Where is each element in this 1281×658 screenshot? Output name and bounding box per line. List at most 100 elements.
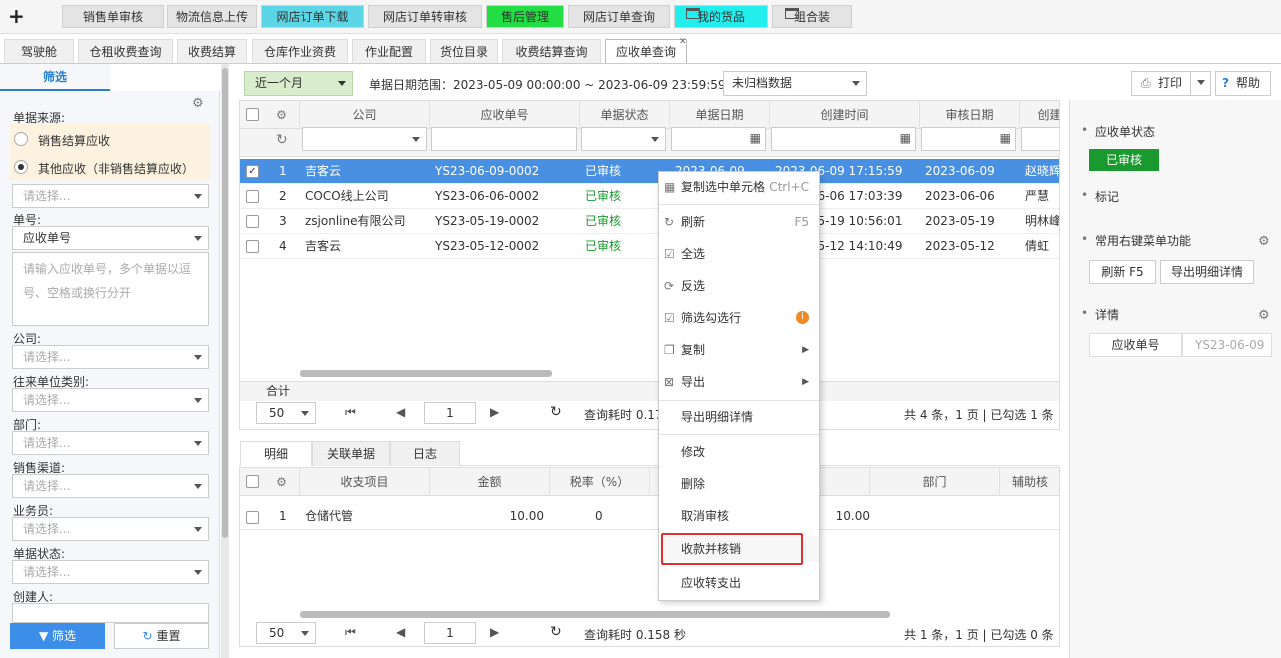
detail-column-header-0[interactable]: 收支项目 xyxy=(300,468,430,496)
detail-column-header-1[interactable]: 金额 xyxy=(430,468,550,496)
status-filter-select[interactable] xyxy=(581,127,666,151)
bill-no-textarea[interactable]: 请输入应收单号，多个单据以逗号、空格或换行分开 xyxy=(12,252,209,326)
creator-filter-input[interactable] xyxy=(1021,127,1059,151)
detail-row-checkbox[interactable] xyxy=(246,511,259,524)
column-header-3[interactable]: 单据日期 xyxy=(670,101,770,129)
top-tab-2[interactable]: 网店订单下载 xyxy=(261,5,364,28)
sub-tab-4[interactable]: 作业配置 xyxy=(352,39,426,63)
context-menu-item-2[interactable]: ☑ 全选 xyxy=(659,241,819,267)
top-tab-3[interactable]: 网店订单转审核 xyxy=(368,5,482,28)
sub-tab-6[interactable]: 收费结算查询 xyxy=(502,39,601,63)
detail-h-scrollbar[interactable] xyxy=(300,611,890,618)
left-scrollbar[interactable] xyxy=(221,64,229,658)
date-filter-input[interactable]: ▦ xyxy=(671,127,766,151)
column-header-2[interactable]: 单据状态 xyxy=(580,101,670,129)
add-tab-icon[interactable]: + xyxy=(8,4,25,28)
bill-no-type-select[interactable]: 应收单号 xyxy=(12,226,209,250)
detail-select-all-checkbox[interactable] xyxy=(246,475,259,488)
refresh-filter-icon[interactable]: ↻ xyxy=(276,132,288,148)
close-tab-icon[interactable]: ✕ xyxy=(679,37,687,47)
detail-page-size-select[interactable]: 50 xyxy=(256,622,316,644)
quick-refresh-button[interactable]: 刷新 F5 xyxy=(1089,260,1156,284)
column-header-0[interactable]: 公司 xyxy=(300,101,430,129)
first-page-icon[interactable]: ⏮ xyxy=(345,405,356,420)
context-menu-item-10[interactable]: 取消审核 xyxy=(659,503,819,529)
help-button[interactable]: ? 帮助 xyxy=(1215,71,1271,96)
row-checkbox[interactable]: ✓ xyxy=(246,165,259,178)
creator-input[interactable] xyxy=(12,603,209,623)
top-tab-5[interactable]: 网店订单查询 xyxy=(568,5,670,28)
sub-tab-7[interactable]: 应收单查询 xyxy=(605,39,687,63)
sub-tab-5[interactable]: 货位目录 xyxy=(430,39,498,63)
context-menu-item-4[interactable]: ☑ 筛选勾选行 i xyxy=(659,305,819,331)
column-header-6[interactable]: 创建 xyxy=(1020,101,1059,129)
reset-button[interactable]: ↻ 重置 xyxy=(114,623,209,649)
top-tab-0[interactable]: 销售单审核 xyxy=(62,5,164,28)
audit-filter-input[interactable]: ▦ xyxy=(921,127,1016,151)
company-filter-select[interactable] xyxy=(302,127,427,151)
detail-first-page-icon[interactable]: ⏮ xyxy=(345,625,356,640)
period-select[interactable]: 近一个月 xyxy=(244,71,353,96)
row-checkbox[interactable] xyxy=(246,215,259,228)
company-select[interactable]: 请选择... xyxy=(12,345,209,369)
detail-column-header-2[interactable]: 税率（%） xyxy=(550,468,650,496)
row-checkbox[interactable] xyxy=(246,240,259,253)
detail-column-header-5[interactable]: 辅助核 xyxy=(1000,468,1059,496)
context-menu-item-1[interactable]: ↻ 刷新 F5 xyxy=(659,209,819,235)
sub-tab-2[interactable]: 收费结算 xyxy=(177,39,247,63)
detail-page-input[interactable]: 1 xyxy=(424,622,476,644)
salesman-select[interactable]: 请选择... xyxy=(12,517,209,541)
dept-select[interactable]: 请选择... xyxy=(12,431,209,455)
created-filter-input[interactable]: ▦ xyxy=(771,127,916,151)
page-size-select[interactable]: 50 xyxy=(256,402,316,424)
settings-gear-icon[interactable]: ⚙ xyxy=(192,97,206,111)
filter-tab[interactable]: 筛选 xyxy=(0,64,110,91)
detail-reload-icon[interactable]: ↻ xyxy=(550,624,562,640)
detail-next-page-icon[interactable]: ▶ xyxy=(490,625,499,639)
top-tab-1[interactable]: 物流信息上传 xyxy=(167,5,257,28)
context-menu-item-12[interactable]: 应收转支出 xyxy=(659,570,819,596)
info-icon[interactable]: i xyxy=(796,311,809,324)
detail-settings-gear-icon[interactable]: ⚙ xyxy=(264,468,300,496)
detail-tab-0[interactable]: 明细 xyxy=(240,441,312,466)
context-menu-item-9[interactable]: 删除 xyxy=(659,471,819,497)
context-menu-item-5[interactable]: ❐ 复制 ▶ xyxy=(659,337,819,363)
status-select[interactable]: 请选择... xyxy=(12,560,209,584)
column-header-5[interactable]: 审核日期 xyxy=(920,101,1020,129)
detail-column-header-4[interactable]: 部门 xyxy=(870,468,1000,496)
print-dropdown[interactable] xyxy=(1190,71,1211,96)
sub-tab-1[interactable]: 仓租收费查询 xyxy=(78,39,173,63)
detail-settings-gear-icon[interactable]: ⚙ xyxy=(1258,309,1272,323)
radio-other[interactable] xyxy=(14,160,28,174)
sub-tab-3[interactable]: 仓库作业资费 xyxy=(252,39,348,63)
top-tab-7[interactable]: 组合装 xyxy=(772,5,852,28)
column-header-4[interactable]: 创建时间 xyxy=(770,101,920,129)
detail-tab-1[interactable]: 关联单据 xyxy=(312,441,390,466)
context-menu-item-3[interactable]: ⟳ 反选 xyxy=(659,273,819,299)
menu-settings-gear-icon[interactable]: ⚙ xyxy=(1258,235,1272,249)
page-number-input[interactable]: 1 xyxy=(424,402,476,424)
column-settings-gear-icon[interactable]: ⚙ xyxy=(264,101,300,129)
filter-button[interactable]: ▼ 筛选 xyxy=(10,623,105,649)
detail-prev-page-icon[interactable]: ◀ xyxy=(396,625,405,639)
row-checkbox[interactable] xyxy=(246,190,259,203)
detail-tab-2[interactable]: 日志 xyxy=(390,441,460,466)
grid-h-scrollbar[interactable] xyxy=(300,370,552,377)
partner-type-select[interactable]: 请选择... xyxy=(12,388,209,412)
context-menu-item-6[interactable]: ⊠ 导出 ▶ xyxy=(659,369,819,395)
sub-tab-0[interactable]: 驾驶舱 xyxy=(4,39,74,63)
top-tab-4[interactable]: 售后管理 xyxy=(486,5,564,28)
source-select[interactable]: 请选择... xyxy=(12,184,209,208)
column-header-1[interactable]: 应收单号 xyxy=(430,101,580,129)
radio-sales-settle[interactable] xyxy=(14,132,28,146)
context-menu-item-0[interactable]: ▦ 复制选中单元格 Ctrl+C xyxy=(659,174,819,200)
context-menu-item-8[interactable]: 修改 xyxy=(659,439,819,465)
quick-export-button[interactable]: 导出明细详情 xyxy=(1160,260,1254,284)
bill-no-filter-input[interactable] xyxy=(431,127,577,151)
prev-page-icon[interactable]: ◀ xyxy=(396,405,405,419)
reload-icon[interactable]: ↻ xyxy=(550,404,562,420)
context-menu-item-7[interactable]: 导出明细详情 xyxy=(659,404,819,430)
archive-select[interactable]: 未归档数据 xyxy=(723,71,867,96)
next-page-icon[interactable]: ▶ xyxy=(490,405,499,419)
select-all-checkbox[interactable] xyxy=(246,108,259,121)
